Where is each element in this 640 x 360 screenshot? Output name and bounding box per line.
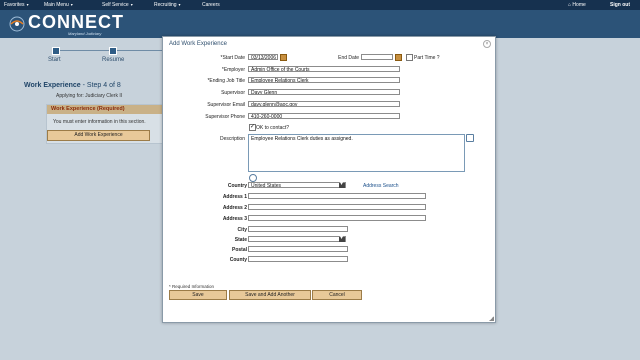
expand-textarea-icon[interactable] <box>466 134 474 142</box>
county-label: County <box>229 257 247 263</box>
step-label-resume: Resume <box>102 57 125 63</box>
home-label: Home <box>572 2 586 8</box>
supervisor-input[interactable]: Davy Glenn <box>248 89 400 95</box>
start-date-input[interactable]: 03/13/2006 <box>248 54 278 60</box>
dialog-title: Add Work Experience <box>169 41 227 47</box>
start-date-label: *Start Date <box>220 55 245 61</box>
end-date-input[interactable] <box>361 54 393 60</box>
menu-favorites-label: Favorites <box>4 2 25 8</box>
city-input[interactable] <box>248 226 348 232</box>
address1-input[interactable] <box>248 193 426 199</box>
employer-label: *Employer <box>221 67 245 73</box>
save-button[interactable]: Save <box>169 290 227 300</box>
home-icon: ⌂ <box>568 2 572 8</box>
description-label: Description <box>219 136 245 142</box>
employer-input[interactable]: Admin Office of the Courts <box>248 66 400 72</box>
chevron-down-icon: ▾ <box>178 2 181 7</box>
postal-input[interactable] <box>248 246 348 252</box>
chevron-down-icon <box>339 181 345 188</box>
close-icon[interactable]: × <box>483 40 491 48</box>
chevron-down-icon <box>339 235 345 242</box>
calendar-icon[interactable] <box>395 54 402 61</box>
panel-message: You must enter information in this secti… <box>53 119 146 125</box>
step-label-start: Start <box>48 57 61 63</box>
applying-for: Applying for: Judiciary Clerk II <box>56 93 123 99</box>
part-time-checkbox[interactable] <box>406 54 413 61</box>
menu-careers-label: Careers <box>202 2 220 8</box>
logo-subtitle: Maryland Judiciary <box>68 31 102 36</box>
menu-recruiting-label: Recruiting <box>154 2 177 8</box>
cancel-button[interactable]: Cancel <box>312 290 362 300</box>
ok-to-contact-checkbox[interactable] <box>249 123 256 131</box>
supervisor-phone-input[interactable]: 410-260-0000 <box>248 113 400 119</box>
menu-careers[interactable]: Careers <box>202 2 220 8</box>
connect-logo: CONNECT Maryland Judiciary <box>6 12 136 36</box>
chevron-down-icon: ▾ <box>70 2 73 7</box>
spellcheck-icon[interactable] <box>249 174 257 182</box>
supervisor-email-input[interactable]: davy.glenn@aoc.gov <box>248 101 400 107</box>
ending-job-title-input[interactable]: Employee Relations Clerk <box>248 77 400 83</box>
end-date-label: End Date <box>338 55 359 61</box>
save-and-add-another-button[interactable]: Save and Add Another <box>229 290 311 300</box>
logo-text: CONNECT <box>28 12 124 32</box>
country-label: Country <box>227 183 247 189</box>
country-select[interactable]: United States <box>248 181 346 189</box>
add-work-experience-button[interactable]: Add Work Experience <box>47 130 150 141</box>
step-progress: Start Resume E <box>24 46 194 68</box>
address3-label: Address 3 <box>222 216 247 222</box>
required-note: * Required Information <box>169 284 215 289</box>
page-title-text: Work Experience <box>24 82 81 89</box>
address3-input[interactable] <box>248 215 426 221</box>
home-link[interactable]: ⌂ Home <box>568 2 586 8</box>
supervisor-label: Supervisor <box>221 90 245 96</box>
menu-recruiting[interactable]: Recruiting ▾ <box>154 2 181 8</box>
panel-header: Work Experience (Required) <box>47 105 164 114</box>
resize-handle-icon[interactable] <box>489 316 494 321</box>
ending-job-title-label: *Ending Job Title <box>207 78 245 84</box>
address2-input[interactable] <box>248 204 426 210</box>
step-node-resume[interactable] <box>109 47 117 55</box>
address2-label: Address 2 <box>222 205 247 211</box>
menu-self-service[interactable]: Self Service ▾ <box>102 2 133 8</box>
state-label: State <box>234 237 247 243</box>
step-node-start[interactable] <box>52 47 60 55</box>
supervisor-phone-label: Supervisor Phone <box>205 114 245 120</box>
address1-label: Address 1 <box>222 194 247 200</box>
description-textarea[interactable]: Employee Relations Clerk duties as assig… <box>248 134 465 172</box>
signout-link[interactable]: Sign out <box>610 2 630 8</box>
ok-to-contact-label: OK to contact? <box>256 125 290 131</box>
state-select[interactable] <box>248 235 346 242</box>
menu-self-service-label: Self Service <box>102 2 129 8</box>
work-experience-panel: Work Experience (Required) You must ente… <box>46 104 165 144</box>
postal-label: Postal <box>231 247 247 253</box>
supervisor-email-label: Supervisor Email <box>207 102 245 108</box>
chevron-down-icon: ▾ <box>130 2 133 7</box>
add-work-experience-dialog: Add Work Experience × *Start Date 03/13/… <box>162 36 496 323</box>
chevron-down-icon: ▾ <box>26 2 29 7</box>
page-step-text: - Step 4 of 8 <box>80 82 121 89</box>
address-search-link[interactable]: Address Search <box>363 183 399 189</box>
menu-favorites[interactable]: Favorites ▾ <box>4 2 29 8</box>
page-title: Work Experience - Step 4 of 8 <box>24 82 121 89</box>
top-navigation-bar: Favorites ▾ Main Menu ▾ Self Service ▾ Recr… <box>0 0 640 10</box>
logo-mark-icon <box>9 16 25 32</box>
part-time-label: Part Time ? <box>414 55 440 61</box>
county-input[interactable] <box>248 256 348 262</box>
country-value: United States <box>251 183 282 189</box>
calendar-icon[interactable] <box>280 54 287 61</box>
city-label: City <box>237 227 247 233</box>
menu-main-menu[interactable]: Main Menu ▾ <box>44 2 73 8</box>
menu-main-menu-label: Main Menu <box>44 2 69 8</box>
